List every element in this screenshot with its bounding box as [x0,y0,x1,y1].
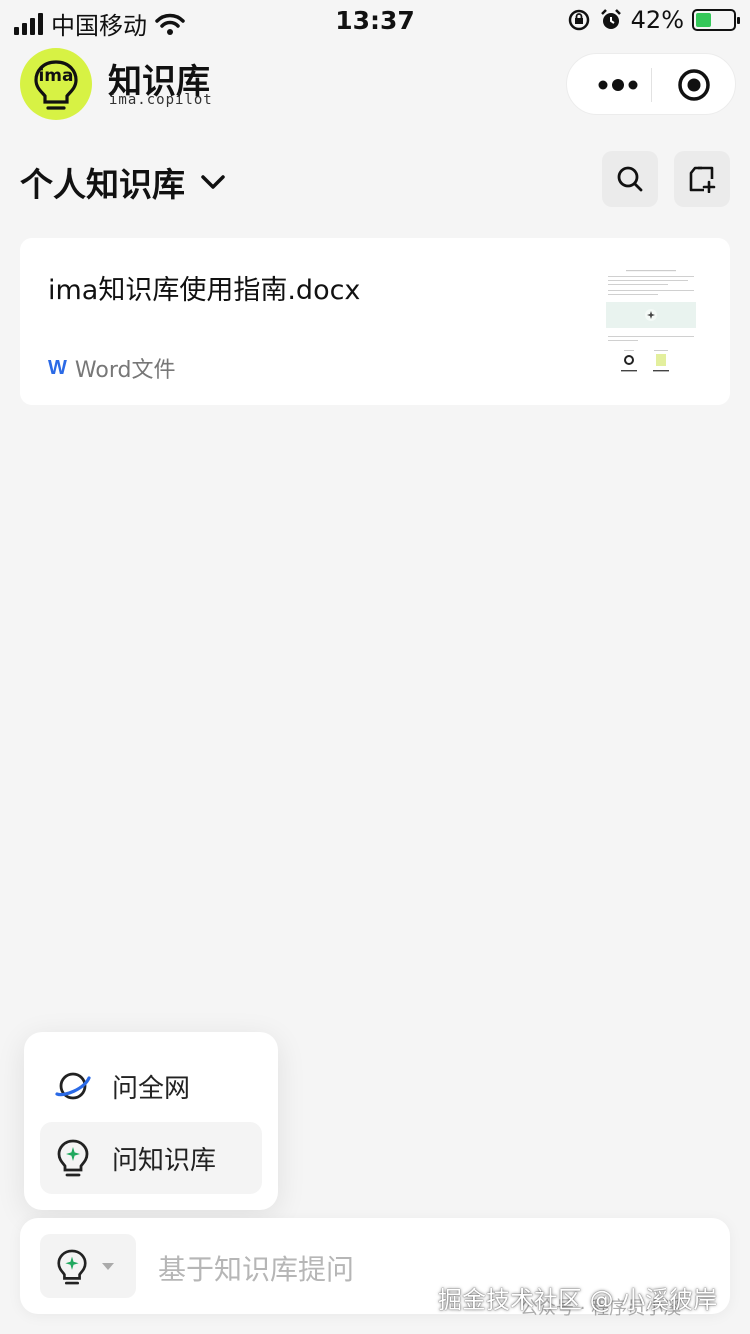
menu-item-label: 问全网 [112,1073,191,1104]
search-icon [617,166,643,192]
add-file-icon [689,166,716,193]
app-logo: ima [20,48,92,120]
bulb-star-icon [57,1249,87,1285]
document-name: ima知识库使用指南.docx [48,275,361,306]
watermark: 掘金技术社区 @ 小溪彼岸 [438,1286,718,1314]
alarm-icon [600,9,621,29]
planet-icon [55,1072,91,1100]
document-type-label: Word文件 [74,358,176,383]
miniapp-capsule [566,53,736,115]
menu-item-label: 问知识库 [112,1145,217,1176]
bulb-star-icon [57,1139,89,1177]
word-file-icon: W [48,356,67,379]
chevron-down-icon [201,175,225,189]
kb-selector[interactable]: 个人知识库 [20,158,227,206]
logo-text: ima [38,66,74,86]
document-thumbnail [606,264,696,384]
ask-mode-menu: 问全网 问知识库 [24,1032,278,1210]
caret-down-icon [102,1263,114,1270]
close-miniapp-icon[interactable] [677,68,711,102]
add-document-button[interactable] [674,151,730,207]
page-subtitle: ima.copilot [109,92,213,108]
status-right: 42% [567,6,740,34]
battery-icon [692,9,740,31]
battery-percent: 42% [630,6,684,34]
ask-mode-selector[interactable] [40,1234,136,1298]
menu-item-ask-kb[interactable]: 问知识库 [40,1122,262,1194]
kb-title: 个人知识库 [20,165,185,204]
search-button[interactable] [602,151,658,207]
rotation-lock-icon [568,9,589,31]
battery-fill [696,13,711,27]
document-card[interactable]: ima知识库使用指南.docx W Word文件 [20,238,730,405]
menu-item-ask-web[interactable]: 问全网 [40,1050,262,1122]
more-icon[interactable] [591,75,651,95]
question-input[interactable]: 基于知识库提问 [158,1248,354,1288]
document-type: W Word文件 [48,352,175,384]
status-bar: 中国移动 13:37 42% [0,0,750,40]
